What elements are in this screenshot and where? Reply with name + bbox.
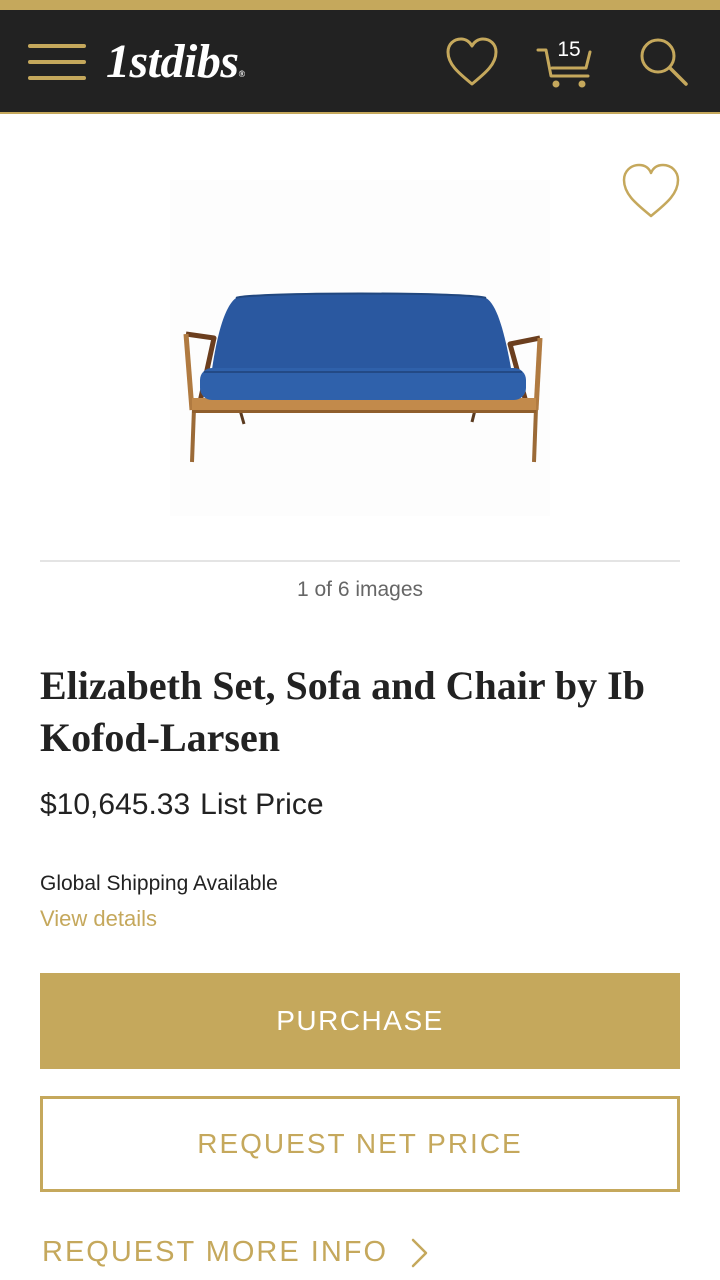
purchase-button[interactable]: PURCHASE [40, 973, 680, 1069]
chevron-right-icon [411, 1238, 428, 1267]
favorites-heart-icon[interactable] [442, 32, 502, 92]
request-more-info-link[interactable]: REQUEST MORE INFO [42, 1236, 430, 1269]
search-icon[interactable] [634, 32, 694, 92]
price-row: $10,645.33 List Price [40, 788, 324, 822]
cart-icon[interactable]: 15 [536, 32, 596, 92]
view-details-link[interactable]: View details [40, 906, 157, 932]
price-value: $10,645.33 [40, 788, 191, 821]
product-title: Elizabeth Set, Sofa and Chair by Ib Kofo… [40, 663, 645, 760]
cart-count-badge: 15 [557, 38, 581, 61]
product-image[interactable] [170, 180, 550, 516]
menu-icon[interactable] [28, 42, 86, 82]
price-label: List Price [200, 788, 324, 821]
top-accent-bar [0, 0, 720, 10]
request-net-price-button[interactable]: REQUEST NET PRICE [40, 1096, 680, 1192]
gallery-divider [40, 560, 680, 562]
image-counter: 1 of 6 images [296, 578, 424, 601]
request-more-info-label: REQUEST MORE INFO [42, 1236, 389, 1268]
shipping-info: Global Shipping Available [40, 872, 278, 895]
save-item-heart-icon[interactable] [618, 158, 684, 224]
app-header: 1stdibs® 15 [0, 10, 720, 114]
logo[interactable]: 1stdibs® [106, 32, 245, 92]
